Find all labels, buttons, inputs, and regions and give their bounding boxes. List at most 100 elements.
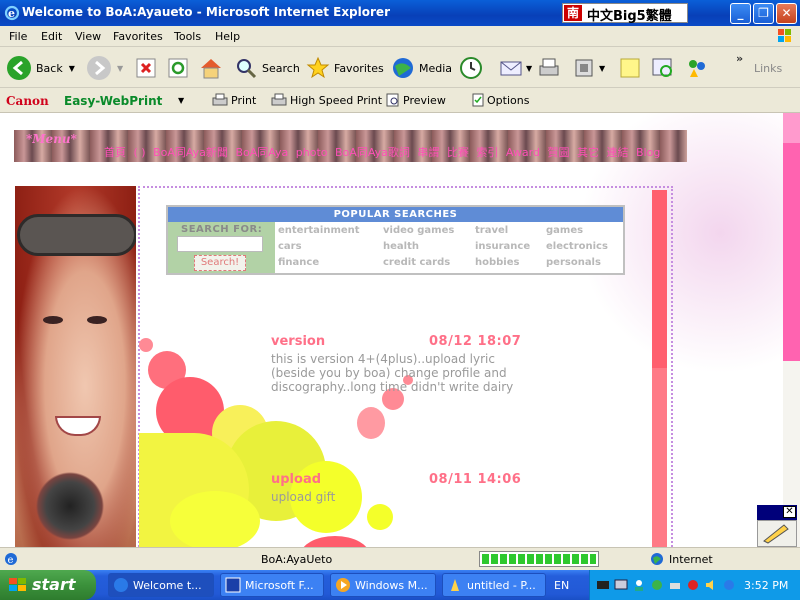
clock[interactable]: 3:52 PM [744,579,788,592]
menu-edit[interactable]: Edit [41,30,62,43]
media-button[interactable]: Media [391,54,452,82]
page-scroll-thumb[interactable] [783,113,800,361]
task-microsoft-frontpage[interactable]: Microsoft F... [220,573,324,597]
nav-link-photo[interactable]: photo [296,146,328,159]
home-button[interactable] [198,54,224,82]
menu-favorites[interactable]: Favorites [113,30,163,43]
canon-print-button[interactable]: Print [212,93,256,107]
keyword-link[interactable]: finance [278,257,319,268]
edit-button[interactable]: ▼ [573,54,605,82]
internet-explorer-icon: e [4,5,20,21]
home-icon [201,59,221,79]
language-indicator[interactable]: EN [554,579,569,592]
options-button[interactable]: Options [472,93,529,107]
maximize-button[interactable]: ❐ [753,3,774,24]
keyword-link[interactable]: insurance [475,241,530,252]
mail-button[interactable]: ▼ [498,54,532,82]
menu-help[interactable]: Help [215,30,240,43]
nav-link-other[interactable]: 其它 [577,146,599,159]
task-untitled-paint[interactable]: untitled - P... [442,573,546,597]
tray-printer-icon[interactable] [668,578,682,592]
print-button[interactable] [536,54,562,82]
minimize-button[interactable]: _ [730,3,751,24]
back-dropdown-icon[interactable]: ▼ [69,64,75,73]
nav-link-contest[interactable]: 比賽 [447,146,469,159]
tray-user-icon[interactable] [632,578,646,592]
discuss-button[interactable] [618,54,642,82]
nav-link-gallery[interactable]: 賀圖 [548,146,570,159]
keyword-link[interactable]: travel [475,225,508,236]
menu-view[interactable]: View [75,30,101,43]
high-speed-print-button[interactable]: High Speed Print [271,93,382,107]
toolbar-more-chevron[interactable]: » [736,52,743,65]
task-welcome[interactable]: Welcome t... [108,573,214,597]
keyword-link[interactable]: health [383,241,419,252]
tray-antivirus-icon[interactable] [686,578,700,592]
keyword-link[interactable]: entertainment [278,225,360,236]
messenger-button[interactable] [684,54,710,82]
tray-display-icon[interactable] [614,578,628,592]
tray-messenger-icon[interactable] [650,578,664,592]
keyword-link[interactable]: electronics [546,241,608,252]
page-scrollbar[interactable] [783,113,800,547]
forward-dropdown-icon[interactable]: ▼ [117,64,123,73]
back-button[interactable]: Back ▼ [6,54,75,82]
tray-update-icon[interactable] [722,578,736,592]
post-body: upload gift [271,490,336,504]
standard-toolbar: Back ▼ ▼ Search Favorites Media ▼ ▼ » Li… [0,48,800,88]
nav-link-boa-aya[interactable]: BoA同Aya [235,146,288,159]
decor-circle [367,504,393,530]
keyword-link[interactable]: credit cards [383,257,450,268]
keyword-link[interactable]: video games [383,225,454,236]
research-button[interactable] [650,54,676,82]
research-icon [652,58,672,77]
links-toolbar[interactable]: Links [754,62,782,75]
search-input[interactable] [177,236,263,252]
menu-file[interactable]: File [9,30,27,43]
keyword-link[interactable]: cars [278,241,302,252]
mail-dropdown-icon[interactable]: ▼ [526,64,532,73]
menu-bar: File Edit View Favorites Tools Help [0,26,800,47]
nav-link-lyrics[interactable]: BoA同Aya歌詞 [335,146,410,159]
nav-link-blog[interactable]: Blog [636,146,660,159]
keyword-link[interactable]: games [546,225,583,236]
inner-frame-scrollbar[interactable] [652,190,667,547]
nav-link-news[interactable]: BoA同Aya新聞 [153,146,228,159]
keyword-link[interactable]: personals [546,257,601,268]
menu-tag: *Menu* [26,132,77,146]
featured-photo [15,186,136,547]
nav-link-home[interactable]: 首頁 [104,146,126,159]
nav-link-series[interactable]: 串謂 [417,146,439,159]
easy-webprint-menu[interactable]: Easy-WebPrint [64,94,162,108]
keyword-link[interactable]: hobbies [475,257,519,268]
floating-widget-close-button[interactable]: ✕ [783,506,796,518]
big5-converter-button[interactable]: 南 中文Big5繁體 [562,3,688,24]
preview-button[interactable]: Preview [386,93,446,107]
nav-link-index[interactable]: 索引 [476,146,498,159]
forward-button[interactable]: ▼ [86,54,123,82]
menu-tools[interactable]: Tools [174,30,201,43]
start-button[interactable]: start [0,570,96,600]
search-button[interactable]: Search [234,54,300,82]
stop-button[interactable] [134,54,158,82]
close-button[interactable]: ✕ [776,3,797,24]
tray-volume-icon[interactable] [704,578,718,592]
tray-network-icon[interactable] [596,578,610,592]
svg-text:e: e [8,7,15,20]
task-windows-media[interactable]: Windows M... [330,573,436,597]
refresh-button[interactable] [166,54,190,82]
task-label: Windows M... [355,578,428,592]
easy-webprint-dropdown-icon[interactable]: ▼ [178,96,184,105]
history-button[interactable] [459,54,483,82]
scroll-up-arrow[interactable] [783,113,800,143]
nav-link-links[interactable]: 連結 [607,146,629,159]
inner-frame-scroll-thumb[interactable] [652,190,667,368]
nav-link-award[interactable]: Award [506,146,540,159]
paint-task-icon [451,579,459,591]
search-submit-button[interactable]: Search! [194,255,246,271]
nav-link-blank[interactable]: ( ) [134,146,146,159]
favorites-button[interactable]: Favorites [306,54,384,82]
page-viewport: *Menu* 首頁 ( ) BoA同Aya新聞 BoA同Aya photo Bo… [0,113,783,547]
floating-widget-body[interactable] [757,520,797,547]
edit-dropdown-icon[interactable]: ▼ [599,64,605,73]
